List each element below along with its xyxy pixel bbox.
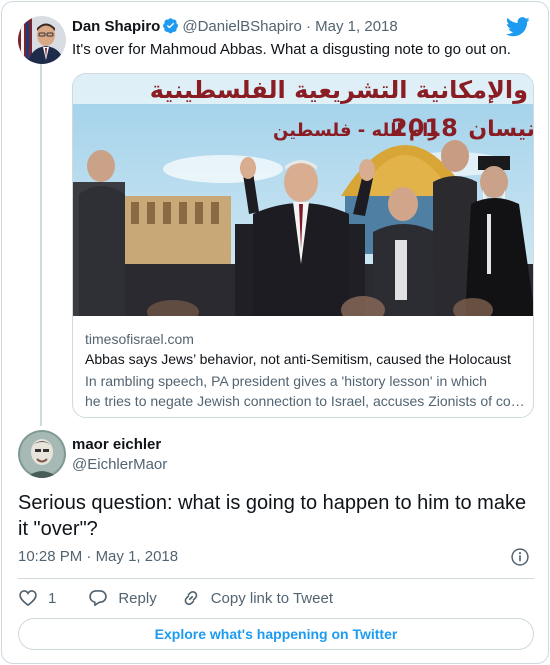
banner-top-text: والإمكانية التشريعية الفلسطينية: [150, 76, 528, 104]
banner-city-text: رام الله - فلسطين: [273, 120, 439, 141]
quoted-handle[interactable]: @DanielBShapiro: [182, 18, 301, 35]
quoted-date[interactable]: May 1, 2018: [315, 18, 398, 35]
link-icon: [184, 590, 198, 606]
reply-tweet-text: Serious question: what is going to happe…: [18, 492, 527, 540]
link-title: Abbas says Jews’ behavior, not anti-Semi…: [85, 351, 511, 367]
link-domain: timesofisrael.com: [85, 331, 194, 347]
like-count: 1: [48, 589, 57, 607]
link-description: In rambling speech, PA president gives a…: [85, 371, 525, 411]
maor-eichler-avatar[interactable]: [18, 430, 66, 478]
tweet-time[interactable]: 10:28 PM: [18, 548, 82, 565]
info-icon[interactable]: [510, 547, 530, 567]
quoted-tweet-text: It's over for Mahmoud Abbas. What a disg…: [72, 41, 511, 58]
tweet-date[interactable]: May 1, 2018: [96, 548, 179, 565]
banner-right-text: نيسان: [468, 117, 534, 142]
explore-twitter-button[interactable]: Explore what's happening on Twitter: [18, 618, 534, 650]
meta-separator: ·: [86, 548, 92, 565]
meta-separator: ·: [306, 18, 311, 35]
reply-button[interactable]: Reply: [88, 588, 157, 608]
thread-connector-line: [40, 64, 42, 426]
avatar-portrait-image: [18, 16, 66, 64]
embedded-tweet-card: Dan Shapiro @DanielBShapiro · May 1, 2018…: [1, 1, 549, 664]
avatar-portrait-image: [18, 430, 66, 478]
reply-bubble-icon: [89, 590, 108, 606]
dan-shapiro-avatar[interactable]: [18, 16, 66, 64]
link-preview-card[interactable]: والإمكانية التشريعية الفلسطينية 2018 نيس…: [72, 73, 534, 418]
link-description-line-2: he tries to negate Jewish connection to …: [85, 393, 525, 409]
quoted-tweet-header: Dan Shapiro @DanielBShapiro · May 1, 2018: [72, 17, 398, 37]
quoted-author-name[interactable]: Dan Shapiro: [72, 18, 160, 35]
heart-icon: [19, 590, 37, 607]
twitter-logo-icon[interactable]: [506, 16, 530, 38]
reply-handle[interactable]: @EichlerMaor: [72, 456, 167, 473]
link-preview-image: والإمكانية التشريعية الفلسطينية 2018 نيس…: [73, 74, 534, 316]
like-button[interactable]: 1: [18, 588, 56, 608]
copy-link-button[interactable]: Copy link to Tweet: [181, 588, 333, 608]
copy-link-label: Copy link to Tweet: [210, 589, 333, 607]
link-description-line-1: In rambling speech, PA president gives a…: [85, 373, 487, 389]
reply-label: Reply: [118, 589, 157, 607]
verified-badge-icon: [163, 18, 179, 34]
tweet-actions-bar: 1 Reply Copy link to Tweet: [18, 587, 333, 609]
actions-divider: [18, 578, 534, 579]
tweet-timestamp[interactable]: 10:28 PM · May 1, 2018: [18, 548, 178, 565]
reply-author-name[interactable]: maor eichler: [72, 436, 161, 453]
